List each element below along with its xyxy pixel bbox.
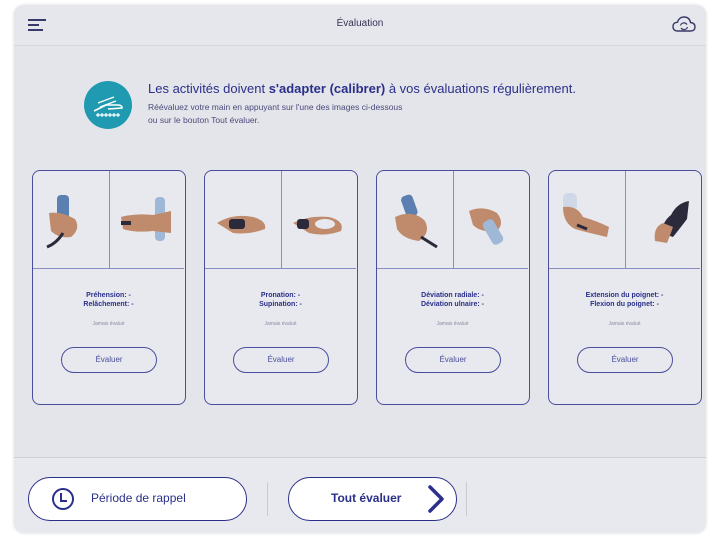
card-divider [453, 171, 454, 268]
hand-ulnar-deviation-icon [469, 208, 504, 245]
card-prehension[interactable]: Préhension: - Relâchement: - Jamais évalu… [32, 170, 186, 405]
intro-line-2: ou sur le bouton Tout évaluer. [148, 115, 260, 125]
divider [466, 482, 467, 516]
card-status: Jamais évalué [264, 321, 297, 327]
page-title: Évaluation [336, 18, 384, 29]
card-status: Jamais évalué [436, 321, 469, 327]
cloud-sync-icon[interactable] [672, 15, 696, 35]
hand-radial-deviation-icon [395, 194, 438, 249]
hand-wrist-extension-icon [563, 193, 609, 237]
card-divider [109, 171, 110, 268]
hand-supination-icon [293, 216, 342, 235]
hand-wrist-flexion-icon [654, 201, 689, 243]
card-labels: Préhension: - Relâchement: - [83, 292, 134, 308]
card-divider [281, 171, 282, 268]
card-divider [625, 171, 626, 268]
app-screen: Évaluation Les activités doivent s'adapt… [14, 5, 706, 533]
card-images[interactable] [549, 171, 700, 269]
divider [267, 482, 268, 516]
chevron-right-icon [428, 485, 444, 513]
card-images[interactable] [205, 171, 356, 269]
bottom-bar: Période de rappel Tout évaluer [14, 457, 706, 533]
card-labels: Extension du poignet: - Flexion du poigne… [585, 292, 664, 308]
intro-heading: Les activités doivent s'adapter (calibre… [148, 81, 576, 96]
evaluate-all-label: Tout évaluer [331, 491, 402, 505]
card-status: Jamais évalué [92, 321, 125, 327]
hand-measure-icon [84, 81, 132, 129]
evaluate-button[interactable]: Évaluer [233, 347, 329, 373]
hand-release-icon [121, 197, 171, 241]
card-images[interactable] [33, 171, 184, 269]
evaluate-button[interactable]: Évaluer [405, 347, 501, 373]
card-images[interactable] [377, 171, 528, 269]
hand-grip-icon [46, 195, 78, 249]
evaluate-button[interactable]: Évaluer [61, 347, 157, 373]
card-labels: Pronation: - Supination: - [259, 292, 302, 308]
top-bar: Évaluation [14, 5, 706, 46]
intro-line-1: Réévaluez votre main en appuyant sur l'u… [148, 102, 403, 112]
recall-period-label: Période de rappel [91, 491, 186, 505]
card-labels: Déviation radiale: - Déviation ulnaire: - [420, 292, 484, 308]
card-pronation[interactable]: Pronation: - Supination: - Jamais évalué … [204, 170, 358, 405]
card-deviation[interactable]: Déviation radiale: - Déviation ulnaire: -… [376, 170, 530, 405]
evaluate-all-button[interactable]: Tout évaluer [288, 477, 457, 521]
card-status: Jamais évalué [608, 321, 641, 327]
clock-icon [52, 488, 74, 510]
evaluate-button[interactable]: Évaluer [577, 347, 673, 373]
intro-section: Les activités doivent s'adapter (calibre… [84, 77, 644, 147]
card-wrist-extension[interactable]: Extension du poignet: - Flexion du poigne… [548, 170, 702, 405]
hand-pronation-icon [217, 215, 266, 234]
recall-period-button[interactable]: Période de rappel [28, 477, 247, 521]
